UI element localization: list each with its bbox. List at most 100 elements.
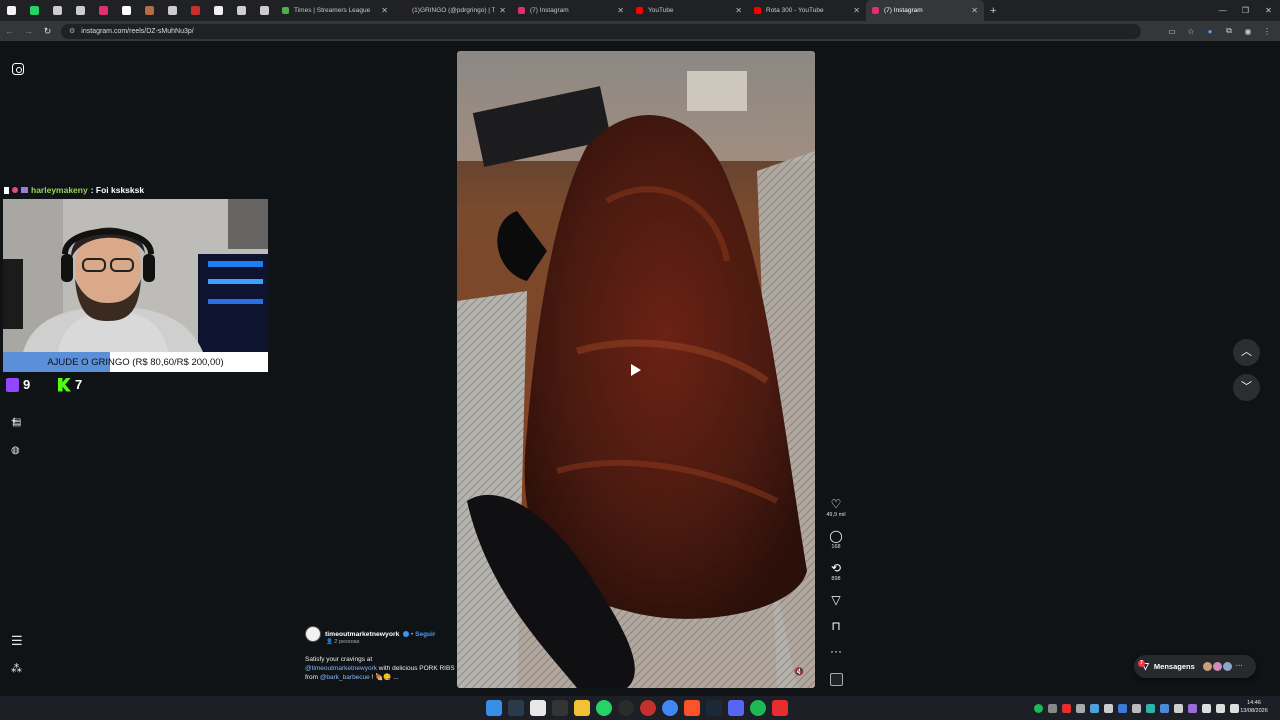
browser-tab[interactable]: (1)GRINGO (@pdrgringo) | TikTok✕ xyxy=(394,0,512,21)
messages-badge: 7 xyxy=(1138,660,1145,667)
extension-icon[interactable]: ● xyxy=(1203,27,1217,36)
profile-icon[interactable]: ◉ xyxy=(1241,27,1255,36)
chat-badge-icon xyxy=(4,186,9,194)
account-name[interactable]: timeoutmarketnewyork xyxy=(325,631,399,638)
previous-reel-button[interactable]: ︿ xyxy=(1233,339,1260,366)
meta-apps-icon[interactable]: ⁂ xyxy=(11,662,22,675)
browser-tab[interactable]: (7) Instagram ✕ xyxy=(512,0,630,21)
pinned-tab[interactable] xyxy=(115,0,138,21)
tray-icon[interactable] xyxy=(1104,703,1113,713)
repost-action[interactable]: ⟲ 898 xyxy=(823,562,849,583)
pinned-tab[interactable] xyxy=(46,0,69,21)
tray-icon[interactable] xyxy=(1076,703,1085,713)
pinned-tab[interactable] xyxy=(230,0,253,21)
tab-close-icon[interactable]: ✕ xyxy=(381,6,388,15)
pinned-tab[interactable] xyxy=(207,0,230,21)
tab-close-icon[interactable]: ✕ xyxy=(735,6,742,15)
chrome-icon[interactable] xyxy=(662,700,678,716)
tray-icon[interactable] xyxy=(1160,703,1169,713)
pinned-tab[interactable] xyxy=(138,0,161,21)
tab-close-icon[interactable]: ✕ xyxy=(499,6,506,15)
mute-icon[interactable]: 🔇 xyxy=(794,667,804,676)
tab-close-icon[interactable]: ✕ xyxy=(853,6,860,15)
tray-icon[interactable] xyxy=(1118,703,1127,713)
start-icon[interactable] xyxy=(486,700,502,716)
pinned-tab[interactable] xyxy=(69,0,92,21)
menu-kebab-icon[interactable]: ⋮ xyxy=(1260,27,1274,36)
bookmark-icon[interactable]: ⊓ xyxy=(823,620,849,633)
notepad-icon[interactable] xyxy=(530,700,546,716)
save-action[interactable]: ⊓ xyxy=(823,620,849,633)
pinned-tab[interactable] xyxy=(92,0,115,21)
tray-icon[interactable] xyxy=(1090,703,1099,713)
profile-avatar-icon[interactable]: ◍ xyxy=(11,445,20,456)
repost-icon[interactable]: ⟲ xyxy=(823,562,849,575)
discord-icon[interactable] xyxy=(728,700,744,716)
next-reel-button[interactable]: ﹀ xyxy=(1233,374,1260,401)
tray-icon[interactable] xyxy=(1034,703,1043,713)
account-avatar[interactable] xyxy=(305,626,321,642)
brave-icon[interactable] xyxy=(684,700,700,716)
pinned-tab[interactable] xyxy=(184,0,207,21)
pinned-tab[interactable] xyxy=(0,0,23,21)
audio-thumbnail[interactable] xyxy=(830,673,843,686)
bookmark-star-icon[interactable]: ☆ xyxy=(1184,27,1198,36)
mention-link[interactable]: @timeoutmarketnewyork xyxy=(305,665,377,672)
extensions-puzzle-icon[interactable]: ⧉ xyxy=(1222,26,1236,36)
like-action[interactable]: ♡ 49,9 mil xyxy=(823,498,849,519)
tab-icon-1 xyxy=(7,6,16,15)
taskbar-clock[interactable]: 14:46 13/08/2026 xyxy=(1238,699,1270,715)
pinned-tab[interactable] xyxy=(23,0,46,21)
minimize-button[interactable]: — xyxy=(1211,0,1234,21)
close-window-button[interactable]: ✕ xyxy=(1257,0,1280,21)
forward-button[interactable]: → xyxy=(19,26,38,36)
chat-message: : Foi ksksksk xyxy=(90,185,145,195)
cast-icon[interactable]: ▭ xyxy=(1165,27,1179,36)
messages-button[interactable]: ▽ 7 Mensagens ··· xyxy=(1134,655,1256,678)
obs-icon[interactable] xyxy=(618,700,634,716)
comment-action[interactable]: ◯ 168 xyxy=(823,530,849,551)
task-view-icon[interactable] xyxy=(508,700,524,716)
tray-icon[interactable] xyxy=(1132,703,1141,713)
maximize-button[interactable]: ❐ xyxy=(1234,0,1257,21)
whatsapp-icon[interactable] xyxy=(596,700,612,716)
mention-link[interactable]: @bark_barbecue xyxy=(320,674,370,681)
tray-icon[interactable] xyxy=(1146,703,1155,713)
menu-hamburger-icon[interactable]: ☰ xyxy=(11,633,23,649)
more-options-icon[interactable]: ··· xyxy=(823,645,849,658)
follow-button[interactable]: Seguir xyxy=(415,631,435,638)
pinned-tab[interactable] xyxy=(161,0,184,21)
share-icon[interactable]: ▽ xyxy=(823,594,849,607)
back-button[interactable]: ← xyxy=(0,26,19,36)
wifi-icon[interactable] xyxy=(1216,703,1225,713)
reload-button[interactable]: ↻ xyxy=(38,26,57,37)
tray-icon[interactable] xyxy=(1048,703,1057,713)
comment-icon[interactable]: ◯ xyxy=(823,530,849,543)
instagram-logo-icon[interactable] xyxy=(12,63,24,75)
pinned-tab[interactable] xyxy=(253,0,276,21)
opera-icon[interactable] xyxy=(640,700,656,716)
tab-close-icon[interactable]: ✕ xyxy=(971,6,978,15)
browser-tab[interactable]: YouTube ✕ xyxy=(630,0,748,21)
steam-icon[interactable] xyxy=(706,700,722,716)
browser-tab[interactable]: Times | Streamers League ✕ xyxy=(276,0,394,21)
more-action[interactable]: ··· xyxy=(823,645,849,658)
share-action[interactable]: ▽ xyxy=(823,594,849,607)
new-tab-button[interactable]: + xyxy=(990,5,996,17)
spotify-icon[interactable] xyxy=(750,700,766,716)
app-icon[interactable] xyxy=(552,700,568,716)
tab-close-icon[interactable]: ✕ xyxy=(617,6,624,15)
tray-icon[interactable] xyxy=(1062,703,1071,713)
heart-icon[interactable]: ♡ xyxy=(823,498,849,511)
tray-icon[interactable] xyxy=(1174,703,1183,713)
address-bar[interactable]: ⚙ instagram.com/reels/DZ-sMuhNu3p/ xyxy=(61,23,1141,39)
tray-icon[interactable] xyxy=(1188,703,1197,713)
dashboard-icon[interactable]: ▤ xyxy=(12,417,21,428)
tray-icon[interactable] xyxy=(1202,703,1211,713)
browser-tab[interactable]: Rota 300 - YouTube ✕ xyxy=(748,0,866,21)
video-player-icon[interactable] xyxy=(772,700,788,716)
site-info-icon[interactable]: ⚙ xyxy=(69,27,75,35)
browser-tab[interactable]: (7) Instagram ✕ xyxy=(866,0,984,21)
file-explorer-icon[interactable] xyxy=(574,700,590,716)
play-icon[interactable] xyxy=(631,364,641,376)
